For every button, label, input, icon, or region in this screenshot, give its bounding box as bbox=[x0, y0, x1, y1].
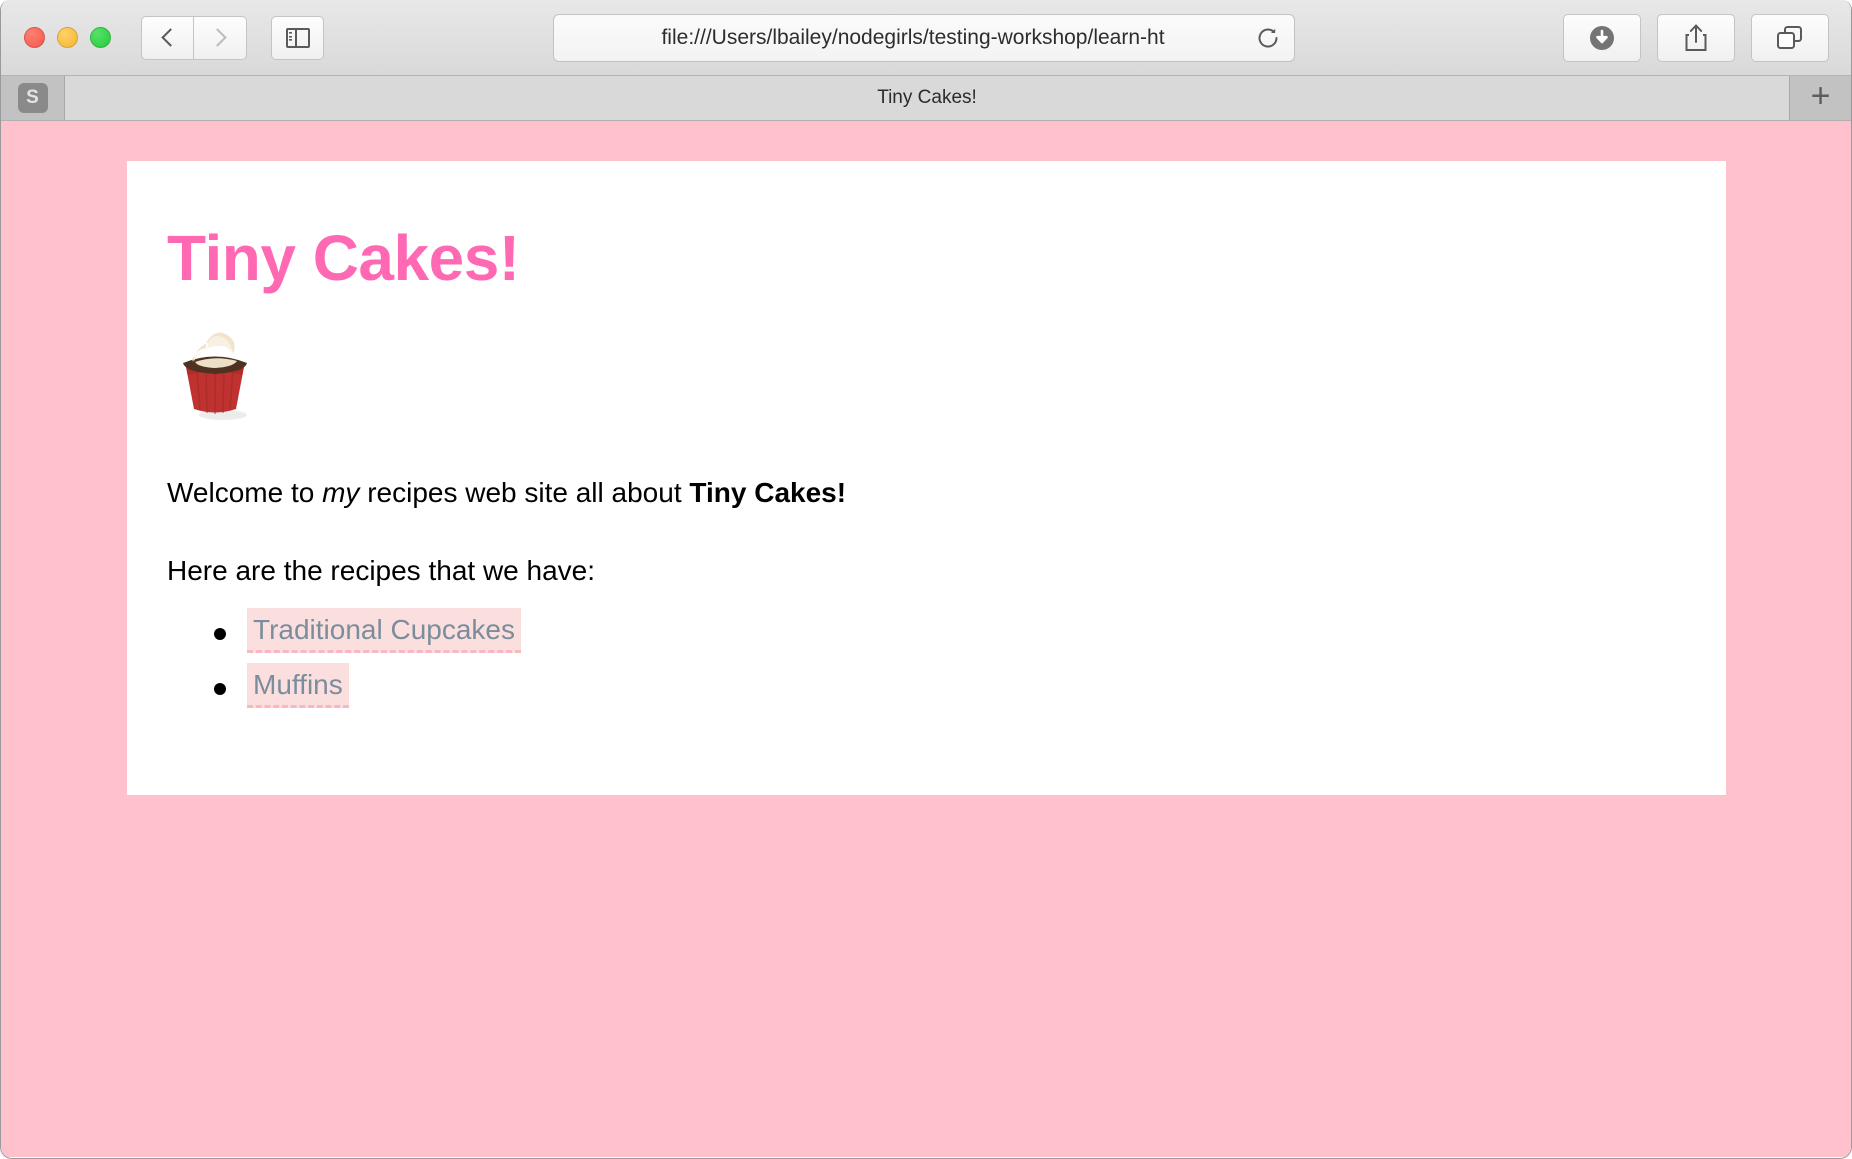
show-sidebar-button[interactable] bbox=[271, 15, 324, 60]
welcome-paragraph: Welcome to my recipes web site all about… bbox=[167, 474, 1726, 512]
browser-toolbar: file:///Users/lbailey/nodegirls/testing-… bbox=[1, 0, 1851, 76]
safari-badge-icon[interactable]: S bbox=[17, 83, 48, 113]
browser-window: file:///Users/lbailey/nodegirls/testing-… bbox=[0, 0, 1852, 1159]
chevron-right-icon bbox=[208, 28, 227, 47]
window-controls bbox=[24, 27, 111, 48]
back-button[interactable] bbox=[141, 15, 194, 60]
navigation-buttons bbox=[141, 15, 247, 60]
sidebar-icon bbox=[285, 27, 310, 48]
close-window-button[interactable] bbox=[24, 27, 45, 48]
welcome-text-italic: my bbox=[322, 477, 360, 509]
sidebar-tab-strip[interactable]: S bbox=[1, 76, 65, 120]
toolbar-right-buttons bbox=[1563, 14, 1829, 62]
recipe-list: Traditional Cupcakes Muffins bbox=[167, 607, 1726, 708]
reload-button[interactable] bbox=[1242, 15, 1294, 61]
new-tab-button[interactable]: + bbox=[1789, 76, 1851, 120]
welcome-text-after: recipes web site all about bbox=[359, 477, 690, 509]
share-icon bbox=[1685, 24, 1707, 51]
tab-bar: S Tiny Cakes! + bbox=[1, 76, 1851, 121]
minimize-window-button[interactable] bbox=[57, 27, 78, 48]
reload-icon bbox=[1258, 28, 1278, 48]
download-icon bbox=[1590, 26, 1614, 50]
welcome-text-bold: Tiny Cakes! bbox=[689, 477, 847, 509]
welcome-text-before: Welcome to bbox=[167, 477, 323, 509]
downloads-button[interactable] bbox=[1563, 14, 1641, 62]
forward-button[interactable] bbox=[194, 15, 247, 60]
list-item: Traditional Cupcakes bbox=[214, 607, 1726, 653]
zoom-window-button[interactable] bbox=[90, 27, 111, 48]
sidebar-toggle-group bbox=[271, 15, 324, 60]
page-title: Tiny Cakes! bbox=[167, 222, 520, 294]
content-card: Tiny Cakes! Welcome to my recipes web si… bbox=[127, 161, 1726, 795]
cupcake-icon bbox=[183, 332, 247, 421]
cupcake-image bbox=[175, 327, 1726, 428]
page-viewport: Tiny Cakes! Welcome to my recipes web si… bbox=[1, 121, 1851, 1157]
tab-title: Tiny Cakes! bbox=[877, 87, 977, 108]
recipes-intro: Here are the recipes that we have: bbox=[167, 555, 596, 587]
list-item: Muffins bbox=[214, 662, 1726, 708]
share-button[interactable] bbox=[1657, 14, 1735, 62]
recipe-link-muffins[interactable]: Muffins bbox=[247, 662, 349, 708]
address-bar[interactable]: file:///Users/lbailey/nodegirls/testing-… bbox=[553, 14, 1295, 62]
url-text[interactable]: file:///Users/lbailey/nodegirls/testing-… bbox=[554, 26, 1242, 50]
tab-overview-icon bbox=[1777, 26, 1802, 49]
tab-overview-button[interactable] bbox=[1751, 14, 1829, 62]
recipe-link-traditional-cupcakes[interactable]: Traditional Cupcakes bbox=[247, 607, 521, 653]
chevron-left-icon bbox=[160, 28, 180, 47]
tab-tiny-cakes[interactable]: Tiny Cakes! bbox=[65, 76, 1789, 120]
